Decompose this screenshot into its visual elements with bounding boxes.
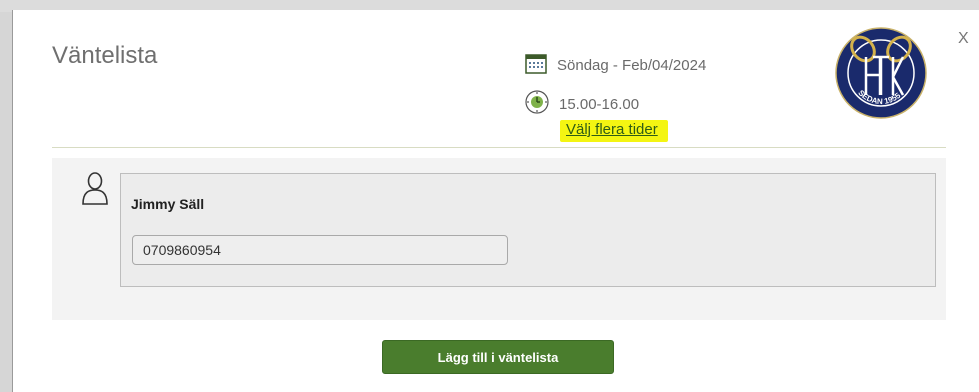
close-button[interactable]: X <box>958 30 969 48</box>
person-name: Jimmy Säll <box>131 196 205 212</box>
booking-date: Söndag - Feb/04/2024 <box>557 57 707 74</box>
header-divider <box>52 147 946 148</box>
select-more-times-link[interactable]: Välj flera tider <box>560 120 668 142</box>
dialog-title: Väntelista <box>52 42 158 69</box>
user-icon <box>80 170 110 206</box>
time-row: 15.00-16.00 <box>525 90 639 119</box>
date-row: Söndag - Feb/04/2024 <box>525 52 706 79</box>
add-to-waitlist-button[interactable]: Lägg till i väntelista <box>382 340 614 374</box>
clock-icon <box>525 90 549 119</box>
phone-field[interactable] <box>132 235 508 265</box>
booking-time: 15.00-16.00 <box>559 96 640 113</box>
club-logo: SEDAN 1955 <box>835 27 927 119</box>
person-card <box>120 173 936 287</box>
calendar-icon <box>525 52 547 79</box>
